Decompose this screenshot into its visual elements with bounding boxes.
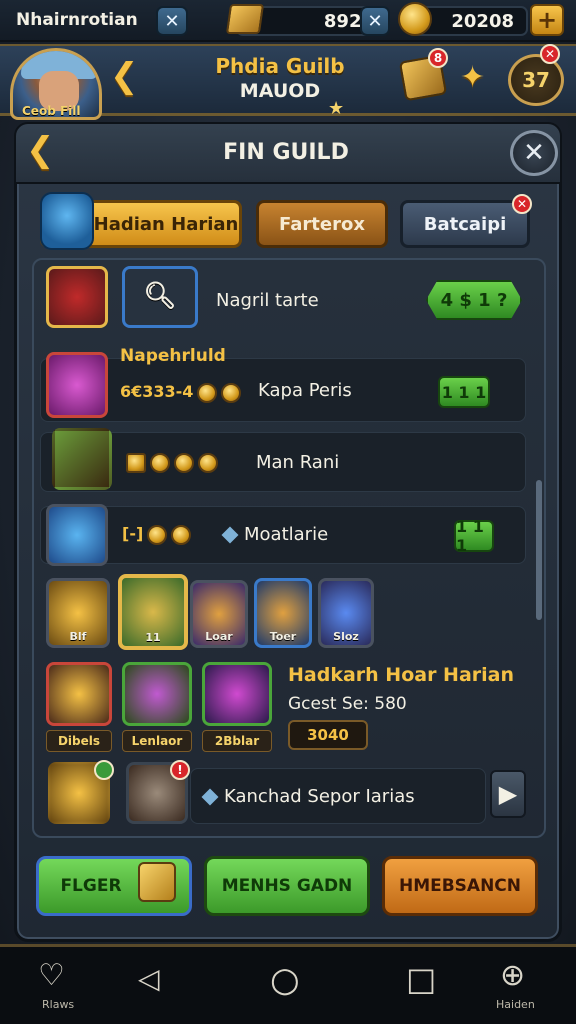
item-caption: Blf	[69, 630, 87, 643]
gold-cost-value: 3040	[307, 726, 349, 744]
coin-icon	[171, 524, 192, 545]
game-screen: Nhairnrotian ✕ 8925 ✕ 20208 + Ceob Fill …	[0, 0, 576, 1024]
inventory-item[interactable]: Sloz	[318, 578, 374, 648]
chest-icon	[138, 862, 176, 902]
diamond-icon	[221, 526, 239, 544]
item-caption: 2Bblar	[202, 730, 272, 752]
row3-item-tile[interactable]	[52, 428, 112, 490]
coin-icon	[198, 452, 218, 473]
level-value: 37	[522, 68, 550, 92]
coin-icon	[221, 382, 242, 403]
row1-label: Nagril tarte	[216, 290, 319, 311]
row4-stats: [-]	[122, 524, 192, 545]
inventory-subtitle: Gcest Se: 580	[288, 694, 407, 714]
heart-icon[interactable]: ♡	[38, 958, 65, 993]
tab-label: Farterox	[279, 213, 365, 235]
gems-exchange-button[interactable]: ✕	[360, 6, 390, 36]
tab-badge[interactable]: ✕	[512, 194, 532, 214]
hmebsancn-button[interactable]: HMEBSANCN	[382, 856, 538, 916]
gem-icon	[225, 4, 265, 34]
row3-label: Man Rani	[256, 452, 340, 473]
status-bar: Nhairnrotian ✕ 8925 ✕ 20208 +	[0, 0, 576, 42]
row1-green-pill[interactable]: 4 $ 1 ?	[426, 280, 522, 320]
row2-title: Napehrluld	[120, 346, 226, 366]
row4-green-pill[interactable]: 1 1 1	[454, 517, 494, 555]
row2-item-tile[interactable]	[46, 352, 108, 418]
diamond-icon	[201, 788, 219, 806]
header-back-arrow-icon[interactable]: ❮	[110, 56, 139, 96]
panel-back-icon[interactable]: ❮	[26, 130, 55, 170]
coin-icon	[147, 524, 168, 545]
level-close-badge[interactable]: ✕	[540, 44, 560, 64]
panel-close-button[interactable]: ✕	[510, 130, 558, 176]
coin-icon	[197, 382, 218, 403]
player-name: Nhairnrotian	[16, 10, 138, 30]
coin-icon	[398, 2, 432, 36]
inventory-item[interactable]	[46, 662, 112, 726]
last-row-label: Kanchad Sepor Iarias	[201, 786, 415, 807]
row4-label-text: Moatlarie	[244, 524, 329, 545]
coins-value: 20208	[451, 10, 514, 32]
inventory-item[interactable]: Toer	[254, 578, 312, 648]
helmet-badge-icon	[94, 760, 114, 780]
content-scrollbar[interactable]	[536, 480, 542, 620]
anvil-badge: !	[170, 760, 190, 780]
favorite-star-icon[interactable]: ✦	[460, 60, 485, 95]
row1-item-tile[interactable]	[46, 266, 108, 328]
item-caption: Toer	[269, 630, 297, 643]
inventory-item[interactable]	[202, 662, 272, 726]
row3-coins	[122, 452, 218, 473]
inventory-item[interactable]: Loar	[190, 580, 248, 648]
chest-badge: 8	[428, 48, 448, 68]
guild-subtitle: MAUOD	[239, 80, 321, 102]
tab-farterox[interactable]: Farterox	[256, 200, 388, 248]
tab-guild-avatar-icon	[40, 192, 94, 250]
guild-name: Phdia Guilb	[215, 54, 345, 78]
nav-back-icon[interactable]: ◁	[138, 962, 160, 995]
search-icon: 🔍︎	[143, 281, 177, 311]
row2-stats-value: 6€333-4	[120, 382, 194, 401]
inventory-item-selected[interactable]: 11	[118, 574, 188, 650]
close-icon[interactable]: ✕	[156, 6, 188, 36]
inventory-item[interactable]: Blf	[46, 578, 110, 648]
nav-recent-icon[interactable]: □	[406, 960, 436, 998]
row2-green-pill[interactable]: 1 1 1	[438, 376, 490, 408]
flger-label: FLGER	[60, 876, 122, 896]
gold-cost-pill[interactable]: 3040	[288, 720, 368, 750]
item-caption: Lenlaor	[122, 730, 192, 752]
panel-title: FIN GUILD	[223, 140, 349, 165]
item-caption: Sloz	[333, 630, 359, 643]
nav-left-label: Rlaws	[42, 998, 75, 1011]
avatar-name: Ceob Fill	[22, 104, 81, 118]
row4-item-tile[interactable]	[46, 504, 108, 566]
tab-label: Batcaipi	[423, 213, 507, 235]
row2-stats: 6€333-4	[120, 382, 242, 403]
star-icon: ★	[328, 98, 345, 119]
item-caption: Dibels	[46, 730, 112, 752]
card-icon	[126, 452, 146, 473]
last-row-text: Kanchad Sepor Iarias	[224, 786, 415, 807]
nav-right-label: Haiden	[496, 998, 535, 1011]
tab-batcaipi[interactable]: Batcaipi	[400, 200, 530, 248]
row2-label: Kapa Peris	[258, 380, 352, 401]
row4-stats-value: [-]	[122, 524, 144, 543]
inventory-title: Hadkarh Hoar Harian	[288, 664, 515, 686]
menhs-gadn-button[interactable]: MENHS GADN	[204, 856, 370, 916]
nav-home-icon[interactable]: ○	[270, 960, 300, 1000]
tab-label: Hadian Harian	[93, 213, 239, 235]
search-item-tile[interactable]: 🔍︎	[122, 266, 198, 328]
next-arrow-button[interactable]: ▶	[490, 770, 526, 818]
item-caption: 11	[145, 631, 161, 644]
item-caption: Loar	[205, 630, 233, 643]
add-coins-button[interactable]: +	[530, 4, 564, 36]
inventory-item[interactable]	[122, 662, 192, 726]
nav-search-icon[interactable]: ⊕	[500, 958, 525, 993]
coin-icon	[174, 452, 194, 473]
guild-title: Phdia Guilb MAUOD	[180, 54, 380, 102]
row4-label: Moatlarie	[221, 524, 329, 545]
coin-icon	[150, 452, 170, 473]
